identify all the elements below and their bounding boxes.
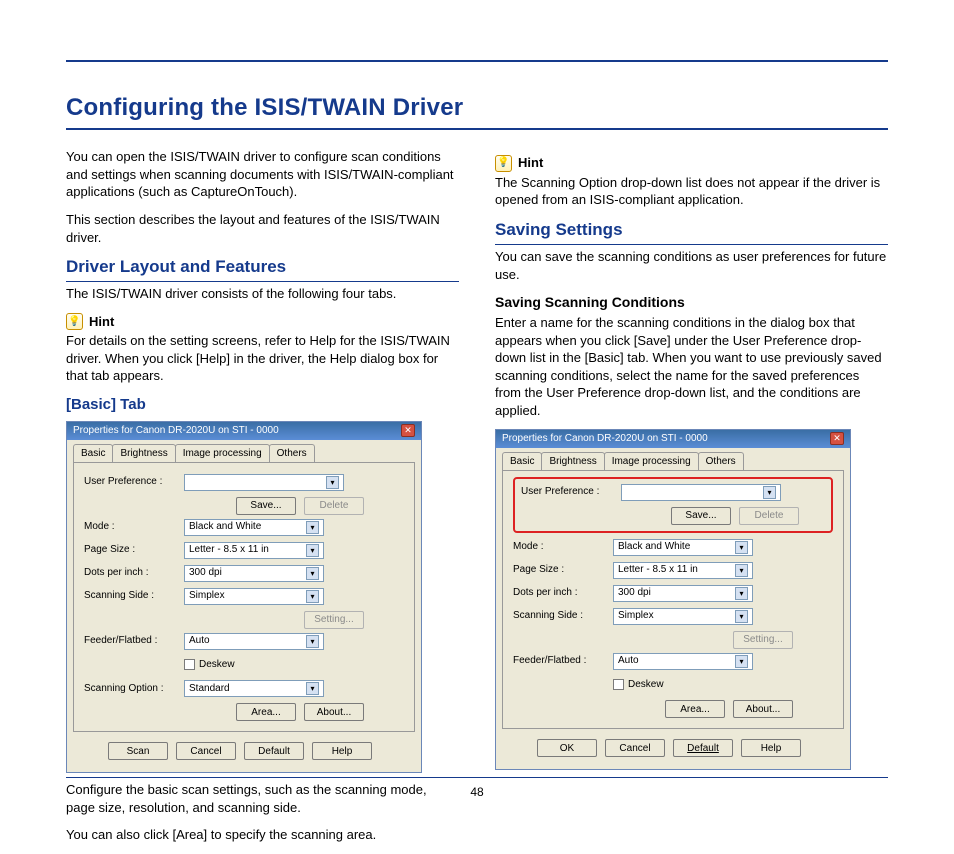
tab-others[interactable]: Others xyxy=(269,444,315,463)
setting-button[interactable]: Setting... xyxy=(304,611,364,629)
saving-conditions-p: Enter a name for the scanning conditions… xyxy=(495,314,888,419)
dialog-body: User Preference : ▾ Save... Delete Mode … xyxy=(73,462,415,732)
checkbox-deskew[interactable]: Deskew xyxy=(184,658,235,672)
dialog-title-2: Properties for Canon DR-2020U on STI - 0… xyxy=(502,432,708,446)
dropdown-user-preference[interactable]: ▾ xyxy=(184,474,344,491)
dropdown-mode-2[interactable]: Black and White▾ xyxy=(613,539,753,556)
close-icon[interactable]: ✕ xyxy=(401,424,415,437)
section-driver-layout-p: The ISIS/TWAIN driver consists of the fo… xyxy=(66,285,459,303)
section-driver-layout-title: Driver Layout and Features xyxy=(66,256,459,279)
h1-rule xyxy=(66,128,888,130)
h2-rule-1 xyxy=(66,281,459,282)
hint-label-left: Hint xyxy=(89,313,114,331)
label-feeder: Feeder/Flatbed : xyxy=(84,634,184,648)
hint-block-right: 💡 Hint xyxy=(495,154,888,172)
label-user-preference-2: User Preference : xyxy=(521,485,621,499)
dropdown-mode[interactable]: Black and White▾ xyxy=(184,519,324,536)
dropdown-page-size[interactable]: Letter - 8.5 x 11 in▾ xyxy=(184,542,324,559)
dialog-tabs: Basic Brightness Image processing Others xyxy=(67,440,421,463)
label-mode: Mode : xyxy=(84,520,184,534)
default-button[interactable]: Default xyxy=(244,742,304,760)
dialog-titlebar-2: Properties for Canon DR-2020U on STI - 0… xyxy=(496,430,850,448)
area-button[interactable]: Area... xyxy=(236,703,296,721)
cancel-button-2[interactable]: Cancel xyxy=(605,739,665,757)
default-button-2[interactable]: Default xyxy=(673,739,733,757)
about-button-2[interactable]: About... xyxy=(733,700,793,718)
intro-p1: You can open the ISIS/TWAIN driver to co… xyxy=(66,148,459,201)
label-scanning-side: Scanning Side : xyxy=(84,589,184,603)
dropdown-feeder[interactable]: Auto▾ xyxy=(184,633,324,650)
tab-others-2[interactable]: Others xyxy=(698,452,744,471)
dropdown-feeder-2[interactable]: Auto▾ xyxy=(613,653,753,670)
user-preference-highlight: User Preference : ▾ Save... Delete xyxy=(513,477,833,533)
chevron-down-icon: ▾ xyxy=(763,486,776,499)
tab-brightness[interactable]: Brightness xyxy=(112,444,175,463)
help-button-2[interactable]: Help xyxy=(741,739,801,757)
close-icon[interactable]: ✕ xyxy=(830,432,844,445)
footer-rule xyxy=(66,777,888,778)
right-column: 💡 Hint The Scanning Option drop-down lis… xyxy=(495,148,888,854)
page-title: Configuring the ISIS/TWAIN Driver xyxy=(66,92,888,124)
chevron-down-icon: ▾ xyxy=(326,476,339,489)
section-basic-tab-title: [Basic] Tab xyxy=(66,395,459,415)
cancel-button[interactable]: Cancel xyxy=(176,742,236,760)
intro-p2: This section describes the layout and fe… xyxy=(66,211,459,246)
tab-basic-2[interactable]: Basic xyxy=(502,452,542,471)
help-button[interactable]: Help xyxy=(312,742,372,760)
subsection-saving-conditions-title: Saving Scanning Conditions xyxy=(495,293,888,312)
ok-button[interactable]: OK xyxy=(537,739,597,757)
dialog-tabs-2: Basic Brightness Image processing Others xyxy=(496,448,850,471)
dropdown-page-size-2[interactable]: Letter - 8.5 x 11 in▾ xyxy=(613,562,753,579)
basic-tab-dialog: Properties for Canon DR-2020U on STI - 0… xyxy=(66,421,422,773)
tab-image-processing[interactable]: Image processing xyxy=(175,444,270,463)
hint-label-right: Hint xyxy=(518,154,543,172)
dropdown-scanning-option[interactable]: Standard▾ xyxy=(184,680,324,697)
lightbulb-icon: 💡 xyxy=(66,313,83,330)
dropdown-scanning-side[interactable]: Simplex▾ xyxy=(184,588,324,605)
label-page-size: Page Size : xyxy=(84,543,184,557)
hint-p-right: The Scanning Option drop-down list does … xyxy=(495,174,888,209)
hint-block-left: 💡 Hint xyxy=(66,313,459,331)
label-scanning-side-2: Scanning Side : xyxy=(513,609,613,623)
basic-tab-p2: You can also click [Area] to specify the… xyxy=(66,826,459,844)
dialog-body-2: User Preference : ▾ Save... Delete Mode … xyxy=(502,470,844,729)
dropdown-user-preference-2[interactable]: ▾ xyxy=(621,484,781,501)
label-feeder-2: Feeder/Flatbed : xyxy=(513,654,613,668)
lightbulb-icon: 💡 xyxy=(495,155,512,172)
top-rule xyxy=(66,60,888,62)
label-dpi-2: Dots per inch : xyxy=(513,586,613,600)
scan-button[interactable]: Scan xyxy=(108,742,168,760)
dialog-title: Properties for Canon DR-2020U on STI - 0… xyxy=(73,424,279,438)
left-column: You can open the ISIS/TWAIN driver to co… xyxy=(66,148,459,854)
checkbox-deskew-2[interactable]: Deskew xyxy=(613,678,664,692)
save-button[interactable]: Save... xyxy=(236,497,296,515)
label-mode-2: Mode : xyxy=(513,540,613,554)
about-button[interactable]: About... xyxy=(304,703,364,721)
tab-brightness-2[interactable]: Brightness xyxy=(541,452,604,471)
dialog-titlebar: Properties for Canon DR-2020U on STI - 0… xyxy=(67,422,421,440)
tab-basic[interactable]: Basic xyxy=(73,444,113,463)
label-page-size-2: Page Size : xyxy=(513,563,613,577)
delete-button-2[interactable]: Delete xyxy=(739,507,799,525)
setting-button-2[interactable]: Setting... xyxy=(733,631,793,649)
delete-button[interactable]: Delete xyxy=(304,497,364,515)
h2-rule-2 xyxy=(495,244,888,245)
area-button-2[interactable]: Area... xyxy=(665,700,725,718)
section-saving-settings-title: Saving Settings xyxy=(495,219,888,242)
dropdown-scanning-side-2[interactable]: Simplex▾ xyxy=(613,608,753,625)
saving-settings-dialog: Properties for Canon DR-2020U on STI - 0… xyxy=(495,429,851,770)
dropdown-dpi-2[interactable]: 300 dpi▾ xyxy=(613,585,753,602)
label-dpi: Dots per inch : xyxy=(84,566,184,580)
tab-image-processing-2[interactable]: Image processing xyxy=(604,452,699,471)
save-button-2[interactable]: Save... xyxy=(671,507,731,525)
label-user-preference: User Preference : xyxy=(84,475,184,489)
hint-p-left: For details on the setting screens, refe… xyxy=(66,332,459,385)
label-scanning-option: Scanning Option : xyxy=(84,682,184,696)
page-number: 48 xyxy=(0,784,954,800)
saving-settings-p: You can save the scanning conditions as … xyxy=(495,248,888,283)
dropdown-dpi[interactable]: 300 dpi▾ xyxy=(184,565,324,582)
